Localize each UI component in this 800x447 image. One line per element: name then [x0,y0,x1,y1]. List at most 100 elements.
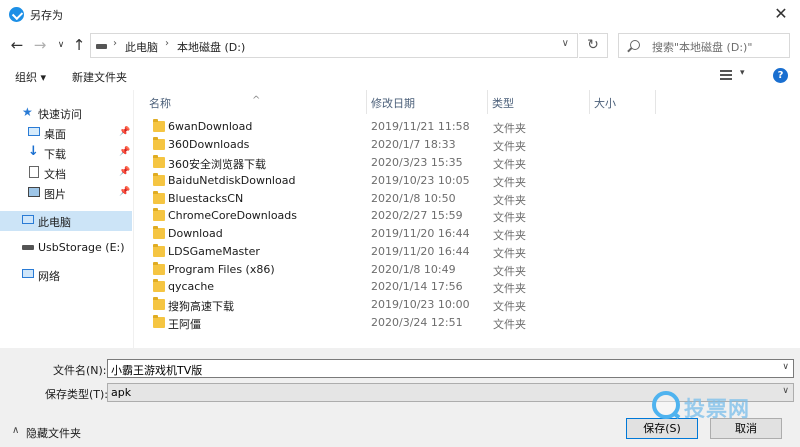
file-date: 2019/11/20 16:44 [371,227,470,240]
file-name: 6wanDownload [168,120,253,133]
breadcrumb-separator[interactable]: › [165,38,169,49]
help-icon[interactable]: ? [773,68,788,83]
view-options-icon[interactable] [720,70,732,81]
table-row[interactable]: BaiduNetdiskDownload 2019/10/23 10:05 文件… [134,172,800,190]
file-type: 文件夹 [493,211,526,224]
file-type: 文件夹 [493,282,526,295]
file-name: ChromeCoreDownloads [168,209,298,222]
file-name: qycache [168,280,215,293]
sidebar-item-network[interactable]: 网络 [0,265,132,285]
forward-button[interactable]: → [29,34,51,56]
file-date: 2019/11/20 16:44 [371,245,470,258]
table-row[interactable]: 360Downloads 2020/1/7 18:33 文件夹 [134,136,800,154]
navigation-pane: ★ 快速访问 桌面 📌 ↓ 下载 📌 文档 📌 图片 📌 此电脑 UsbStor… [0,90,133,348]
column-header-type[interactable]: 类型 [488,90,588,114]
file-name: BaiduNetdiskDownload [168,174,296,187]
pin-icon[interactable]: 📌 [119,127,130,137]
title-bar: 另存为 ✕ [0,0,800,28]
file-date: 2020/1/8 10:50 [371,192,456,205]
breadcrumb-this-pc[interactable]: 此电脑 [125,39,158,55]
filetype-value: apk [111,386,132,399]
table-row[interactable]: 6wanDownload 2019/11/21 11:58 文件夹 [134,118,800,136]
folder-icon [153,137,165,150]
column-header-label: 名称 [149,97,171,110]
file-type: 文件夹 [493,194,526,207]
file-type: 文件夹 [493,122,526,135]
file-type: 文件夹 [493,229,526,242]
column-header-label: 大小 [594,97,616,110]
sidebar-item-downloads[interactable]: ↓ 下载 📌 [0,143,132,163]
file-type: 文件夹 [493,265,526,278]
breadcrumb-separator[interactable]: › [113,38,117,49]
table-row[interactable]: 搜狗高速下载 2019/10/23 10:00 文件夹 [134,296,800,314]
sidebar-item-this-pc[interactable]: 此电脑 [0,211,132,231]
file-name: Program Files (x86) [168,263,275,276]
file-type: 文件夹 [493,176,526,189]
sidebar-item-desktop[interactable]: 桌面 📌 [0,123,132,143]
filename-label: 文件名(N): [53,364,107,377]
table-row[interactable]: qycache 2020/1/14 17:56 文件夹 [134,278,800,296]
column-header-size[interactable]: 大小 [590,90,655,114]
refresh-button[interactable]: ↻ [579,33,608,58]
pin-icon[interactable]: 📌 [119,187,130,197]
filename-input[interactable]: 小霸王游戏机TV版 ∨ [107,359,794,378]
table-row[interactable]: ChromeCoreDownloads 2020/2/27 15:59 文件夹 [134,207,800,225]
file-date: 2019/11/21 11:58 [371,120,470,133]
address-dropdown-icon[interactable]: ∨ [562,38,569,49]
table-row[interactable]: Program Files (x86) 2020/1/8 10:49 文件夹 [134,261,800,279]
close-button[interactable]: ✕ [762,0,800,28]
file-date: 2019/10/23 10:05 [371,174,470,187]
new-folder-button[interactable]: 新建文件夹 [72,69,127,85]
sidebar-item-usb-storage[interactable]: UsbStorage (E:) [0,238,132,258]
file-name: 王阿僵 [168,318,201,331]
back-button[interactable]: ← [6,34,28,56]
star-icon: ★ [22,105,33,119]
pin-icon[interactable]: 📌 [119,167,130,177]
column-header-name[interactable]: 名称 ^ [134,90,366,114]
sort-ascending-icon: ^ [252,95,261,106]
breadcrumb-drive-d[interactable]: 本地磁盘 (D:) [177,39,245,55]
address-row: ← → ∨ ↑ › 此电脑 › 本地磁盘 (D:) ∨ ↻ 搜索"本地磁盘 (D… [0,28,800,62]
file-name: BluestacksCN [168,192,244,205]
sidebar-item-documents[interactable]: 文档 📌 [0,163,132,183]
organize-button[interactable]: 组织 ▾ [15,69,46,85]
folder-icon [153,226,165,239]
filetype-dropdown-icon[interactable]: ∨ [782,386,789,396]
folder-icon [153,191,165,204]
up-button[interactable]: ↑ [68,34,90,56]
table-row[interactable]: 王阿僵 2020/3/24 12:51 文件夹 [134,314,800,332]
document-icon [29,166,39,178]
table-row[interactable]: BluestacksCN 2020/1/8 10:50 文件夹 [134,190,800,208]
pin-icon[interactable]: 📌 [119,147,130,157]
file-date: 2020/1/8 10:49 [371,263,456,276]
file-list: 名称 ^ 修改日期 类型 大小 6wanDownload 2019/11/21 … [134,90,800,348]
filename-dropdown-icon[interactable]: ∨ [782,362,789,372]
sidebar-item-label: 下载 [44,148,66,161]
recent-locations-button[interactable]: ∨ [54,34,68,56]
folder-icon [153,244,165,257]
view-dropdown-icon[interactable]: ▾ [740,68,745,78]
address-bar[interactable]: › 此电脑 › 本地磁盘 (D:) ∨ [90,33,578,58]
file-date: 2020/1/14 17:56 [371,280,463,293]
sidebar-item-label: 图片 [44,188,66,201]
usb-drive-icon [22,245,34,250]
search-icon [630,40,640,50]
watermark-text: 投票网 [684,397,750,421]
folder-icon [153,119,165,132]
sidebar-item-pictures[interactable]: 图片 📌 [0,183,132,203]
computer-icon [22,215,34,224]
file-date: 2020/3/24 12:51 [371,316,463,329]
filetype-label: 保存类型(T): [45,388,109,401]
sidebar-item-label: 快速访问 [38,108,82,121]
search-input[interactable]: 搜索"本地磁盘 (D:)" [618,33,790,58]
download-icon: ↓ [28,144,39,159]
column-header-date[interactable]: 修改日期 [367,90,487,114]
table-row[interactable]: Download 2019/11/20 16:44 文件夹 [134,225,800,243]
table-row[interactable]: 360安全浏览器下载 2020/3/23 15:35 文件夹 [134,154,800,172]
column-header-label: 修改日期 [371,97,415,110]
column-divider[interactable] [655,90,656,114]
folder-icon [153,279,165,292]
sidebar-item-label: 此电脑 [38,216,71,229]
table-row[interactable]: LDSGameMaster 2019/11/20 16:44 文件夹 [134,243,800,261]
sidebar-item-quick-access[interactable]: ★ 快速访问 [0,103,132,123]
